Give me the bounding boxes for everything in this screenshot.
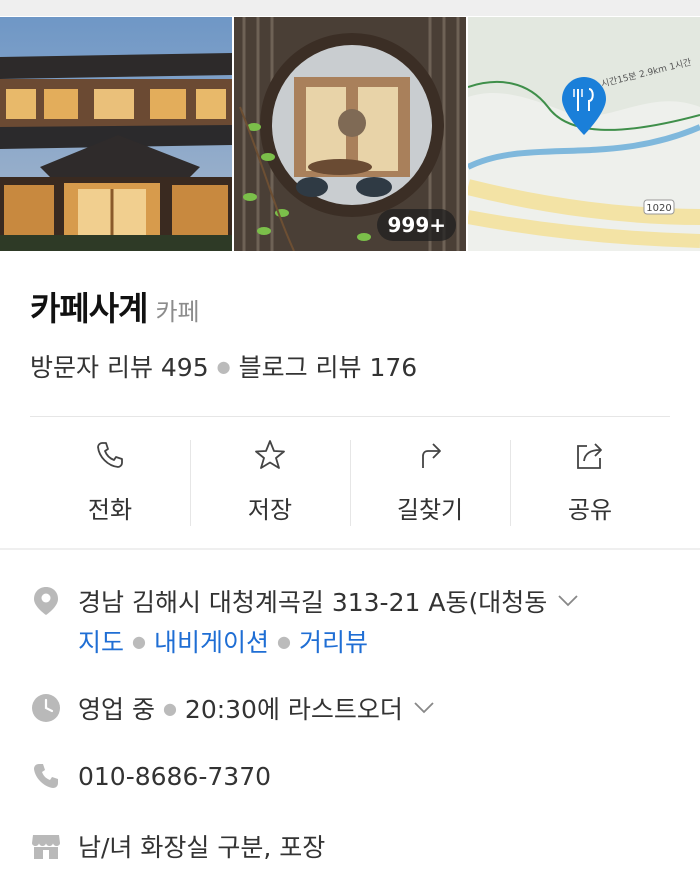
directions-button[interactable]: 길찾기 (350, 438, 510, 526)
directions-icon (422, 443, 441, 468)
share-icon (577, 443, 602, 469)
clock-icon (30, 692, 62, 724)
save-button[interactable]: 저장 (190, 438, 350, 526)
action-bar: 전화 저장 길찾기 공유 (30, 438, 670, 526)
separator-dot: ● (132, 631, 146, 651)
exterior-photo[interactable] (0, 17, 232, 251)
share-button[interactable]: 공유 (510, 438, 670, 526)
place-header: 카페사계 카페 (30, 282, 200, 330)
hours-row[interactable]: 영업 중 ● 20:30에 라스트오더 (30, 690, 435, 726)
street-view-link[interactable]: 거리뷰 (299, 623, 368, 659)
map-links: 지도 ● 내비게이션 ● 거리뷰 (78, 623, 368, 659)
address-row[interactable]: 경남 김해시 대청계곡길 313-21 A동(대청동 (30, 583, 579, 619)
place-category: 카페 (155, 298, 200, 326)
photo-gallery[interactable]: 999+ 1020 시간15분 2.9km 1시간 (0, 17, 700, 251)
divider (30, 416, 670, 417)
call-label: 전화 (87, 496, 133, 524)
phone-icon (30, 760, 62, 792)
star-icon (255, 440, 285, 469)
share-label: 공유 (567, 496, 613, 524)
blog-review-count[interactable]: 블로그 리뷰 176 (239, 348, 418, 384)
phone-row[interactable]: 010-8686-7370 (30, 760, 271, 792)
separator-dot: ● (277, 631, 291, 651)
section-divider (0, 548, 700, 550)
open-status: 영업 중 (78, 695, 155, 724)
map-thumbnail[interactable]: 1020 시간15분 2.9km 1시간 (468, 17, 700, 251)
last-order-text: 20:30에 라스트오더 (184, 695, 403, 724)
interior-photo[interactable]: 999+ (234, 17, 466, 251)
map-link[interactable]: 지도 (78, 623, 124, 659)
directions-label: 길찾기 (396, 496, 464, 524)
chevron-down-icon[interactable] (413, 701, 435, 715)
phone-number[interactable]: 010-8686-7370 (78, 762, 271, 791)
photo-count-badge: 999+ (377, 209, 456, 241)
place-name: 카페사계 (30, 289, 148, 328)
map-road-number: 1020 (646, 203, 671, 214)
facilities-text: 남/녀 화장실 구분, 포장 (78, 833, 326, 862)
separator-dot: ● (162, 698, 177, 718)
separator-dot: ● (216, 356, 231, 376)
status-bar (0, 0, 700, 16)
phone-icon (97, 442, 123, 468)
address-text: 경남 김해시 대청계곡길 313-21 A동(대청동 (78, 588, 548, 617)
save-label: 저장 (247, 496, 293, 524)
location-pin-icon (30, 585, 62, 617)
navigation-link[interactable]: 내비게이션 (154, 623, 269, 659)
call-button[interactable]: 전화 (30, 438, 190, 526)
chevron-down-icon[interactable] (557, 594, 579, 608)
review-summary: 방문자 리뷰 495 ● 블로그 리뷰 176 (30, 348, 417, 384)
visitor-review-count[interactable]: 방문자 리뷰 495 (30, 348, 209, 384)
store-icon (30, 830, 62, 862)
facilities-row: 남/녀 화장실 구분, 포장 (30, 828, 325, 864)
